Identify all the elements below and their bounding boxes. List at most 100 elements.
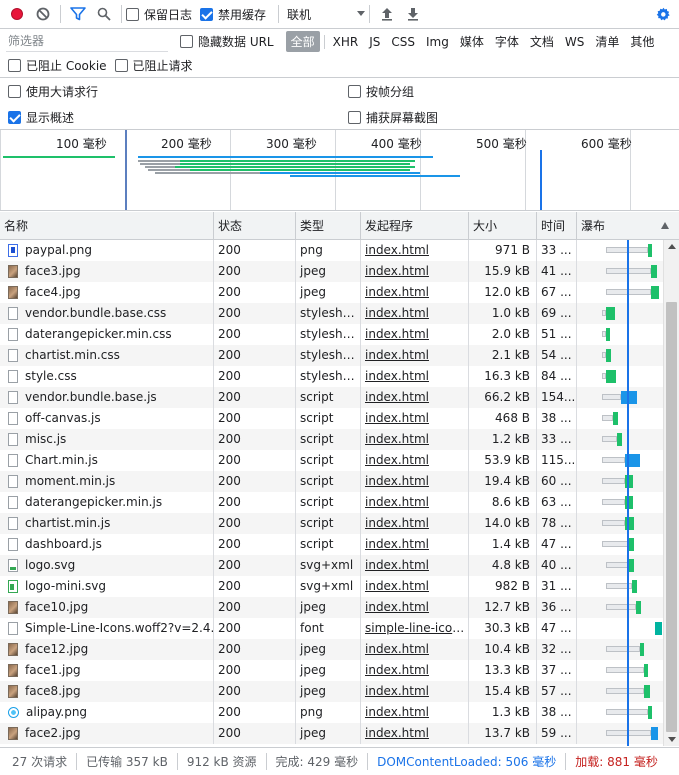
request-name-cell[interactable]: Simple-Line-Icons.woff2?v=2.4.0 <box>0 618 214 639</box>
initiator-link[interactable]: index.html <box>365 432 429 446</box>
column-header-time[interactable]: 时间 <box>537 212 577 240</box>
initiator-link[interactable]: index.html <box>365 537 429 551</box>
export-har-button[interactable] <box>400 2 426 26</box>
table-row[interactable]: face3.jpg 200 jpeg index.html 15.9 kB 41 ... <box>0 261 663 282</box>
request-waterfall[interactable] <box>577 576 663 597</box>
table-row[interactable]: face10.jpg 200 jpeg index.html 12.7 kB 36 ... <box>0 597 663 618</box>
initiator-link[interactable]: index.html <box>365 306 429 320</box>
type-filter-font[interactable]: 字体 <box>490 31 524 52</box>
clear-button[interactable] <box>30 2 56 26</box>
table-row[interactable]: daterangepicker.min.js 200 script index.htm… <box>0 492 663 513</box>
column-header-waterfall[interactable]: 瀑布 <box>577 212 679 240</box>
type-filter-other[interactable]: 其他 <box>625 31 659 52</box>
type-filter-doc[interactable]: 文档 <box>525 31 559 52</box>
request-waterfall[interactable] <box>577 429 663 450</box>
table-row[interactable]: Chart.min.js 200 script index.html 53.9 kB 11… <box>0 450 663 471</box>
request-waterfall[interactable] <box>577 639 663 660</box>
checkbox-box[interactable] <box>114 59 128 72</box>
table-row[interactable]: face12.jpg 200 jpeg index.html 10.4 kB 32 ... <box>0 639 663 660</box>
checkbox-box[interactable] <box>8 111 21 124</box>
request-name-cell[interactable]: chartist.min.css <box>0 345 214 366</box>
initiator-link[interactable]: index.html <box>365 327 429 341</box>
initiator-link[interactable]: index.html <box>365 495 429 509</box>
initiator-link[interactable]: index.html <box>365 516 429 530</box>
table-row[interactable]: daterangepicker.min.css 200 stylesheet inde… <box>0 324 663 345</box>
table-row[interactable]: face2.jpg 200 jpeg index.html 13.7 kB 59 ... <box>0 723 663 744</box>
capture-screenshots-checkbox[interactable]: 捕获屏幕截图 <box>348 109 438 126</box>
type-filter-ws[interactable]: WS <box>560 33 589 51</box>
blocked-cookies-checkbox[interactable]: 已阻止 Cookie <box>8 57 107 74</box>
filter-toggle-button[interactable] <box>65 2 91 26</box>
request-name-cell[interactable]: style.css <box>0 366 214 387</box>
scroll-up-arrow-icon[interactable] <box>668 244 676 249</box>
request-waterfall[interactable] <box>577 492 663 513</box>
request-name-cell[interactable]: face3.jpg <box>0 261 214 282</box>
request-waterfall[interactable] <box>577 723 663 744</box>
request-name-cell[interactable]: misc.js <box>0 429 214 450</box>
request-name-cell[interactable]: chartist.min.js <box>0 513 214 534</box>
preserve-log-checkbox[interactable]: 保留日志 <box>126 6 192 23</box>
checkbox-box[interactable] <box>348 111 361 124</box>
checkbox-box[interactable] <box>180 35 193 48</box>
initiator-link[interactable]: index.html <box>365 684 429 698</box>
network-overview[interactable]: 100 毫秒 200 毫秒 300 毫秒 400 毫秒 500 毫秒 600 毫… <box>0 130 679 211</box>
request-waterfall[interactable] <box>577 387 663 408</box>
initiator-link[interactable]: index.html <box>365 600 429 614</box>
request-name-cell[interactable]: off-canvas.js <box>0 408 214 429</box>
table-row[interactable]: style.css 200 stylesheet index.html 16.3 kB 8… <box>0 366 663 387</box>
record-button[interactable] <box>4 2 30 26</box>
initiator-link[interactable]: index.html <box>365 264 429 278</box>
column-header-type[interactable]: 类型 <box>296 212 361 240</box>
table-row[interactable]: vendor.bundle.base.js 200 script index.html… <box>0 387 663 408</box>
request-waterfall[interactable] <box>577 618 663 639</box>
request-name-cell[interactable]: face8.jpg <box>0 681 214 702</box>
request-name-cell[interactable]: face10.jpg <box>0 597 214 618</box>
table-scrollbar[interactable] <box>663 240 679 746</box>
request-waterfall[interactable] <box>577 702 663 723</box>
table-row[interactable]: chartist.min.css 200 stylesheet index.html 2… <box>0 345 663 366</box>
table-row[interactable]: moment.min.js 200 script index.html 19.4 kB 6… <box>0 471 663 492</box>
column-header-size[interactable]: 大小 <box>469 212 537 240</box>
checkbox-box[interactable] <box>200 7 214 21</box>
large-rows-checkbox[interactable]: 使用大请求行 <box>8 83 98 100</box>
request-name-cell[interactable]: alipay.png <box>0 702 214 723</box>
type-filter-media[interactable]: 媒体 <box>455 31 489 52</box>
type-filter-xhr[interactable]: XHR <box>328 33 364 51</box>
import-har-button[interactable] <box>374 2 400 26</box>
request-name-cell[interactable]: vendor.bundle.base.css <box>0 303 214 324</box>
initiator-link[interactable]: index.html <box>365 369 429 383</box>
request-waterfall[interactable] <box>577 513 663 534</box>
table-row[interactable]: misc.js 200 script index.html 1.2 kB 33 ... <box>0 429 663 450</box>
request-name-cell[interactable]: daterangepicker.min.js <box>0 492 214 513</box>
initiator-link[interactable]: index.html <box>365 285 429 299</box>
request-waterfall[interactable] <box>577 471 663 492</box>
network-settings-button[interactable] <box>650 2 676 26</box>
request-waterfall[interactable] <box>577 534 663 555</box>
table-row[interactable]: face4.jpg 200 jpeg index.html 12.0 kB 67 ... <box>0 282 663 303</box>
type-filter-manifest[interactable]: 清单 <box>590 31 624 52</box>
table-row[interactable]: chartist.min.js 200 script index.html 14.0 k… <box>0 513 663 534</box>
initiator-link[interactable]: index.html <box>365 411 429 425</box>
disable-cache-checkbox[interactable]: 禁用缓存 <box>200 6 266 23</box>
column-header-name[interactable]: 名称 <box>0 212 214 240</box>
table-row[interactable]: Simple-Line-Icons.woff2?v=2.4.0 200 font si… <box>0 618 663 639</box>
request-name-cell[interactable]: logo-mini.svg <box>0 576 214 597</box>
request-name-cell[interactable]: face12.jpg <box>0 639 214 660</box>
initiator-link[interactable]: index.html <box>365 348 429 362</box>
type-filter-img[interactable]: Img <box>421 33 454 51</box>
checkbox-box[interactable] <box>126 7 139 21</box>
table-row[interactable]: paypal.png 200 png index.html 971 B 33 ... <box>0 240 663 261</box>
table-row[interactable]: off-canvas.js 200 script index.html 468 B 38 … <box>0 408 663 429</box>
request-waterfall[interactable] <box>577 240 663 261</box>
initiator-link[interactable]: index.html <box>365 726 429 740</box>
request-waterfall[interactable] <box>577 681 663 702</box>
scroll-down-arrow-icon[interactable] <box>668 737 676 742</box>
request-name-cell[interactable]: vendor.bundle.base.js <box>0 387 214 408</box>
scrollbar-thumb[interactable] <box>666 302 677 732</box>
table-row[interactable]: alipay.png 200 png index.html 1.3 kB 38 ... <box>0 702 663 723</box>
request-name-cell[interactable]: face1.jpg <box>0 660 214 681</box>
request-waterfall[interactable] <box>577 408 663 429</box>
type-filter-js[interactable]: JS <box>364 33 385 51</box>
table-row[interactable]: dashboard.js 200 script index.html 1.4 kB 47 … <box>0 534 663 555</box>
initiator-link[interactable]: index.html <box>365 579 429 593</box>
